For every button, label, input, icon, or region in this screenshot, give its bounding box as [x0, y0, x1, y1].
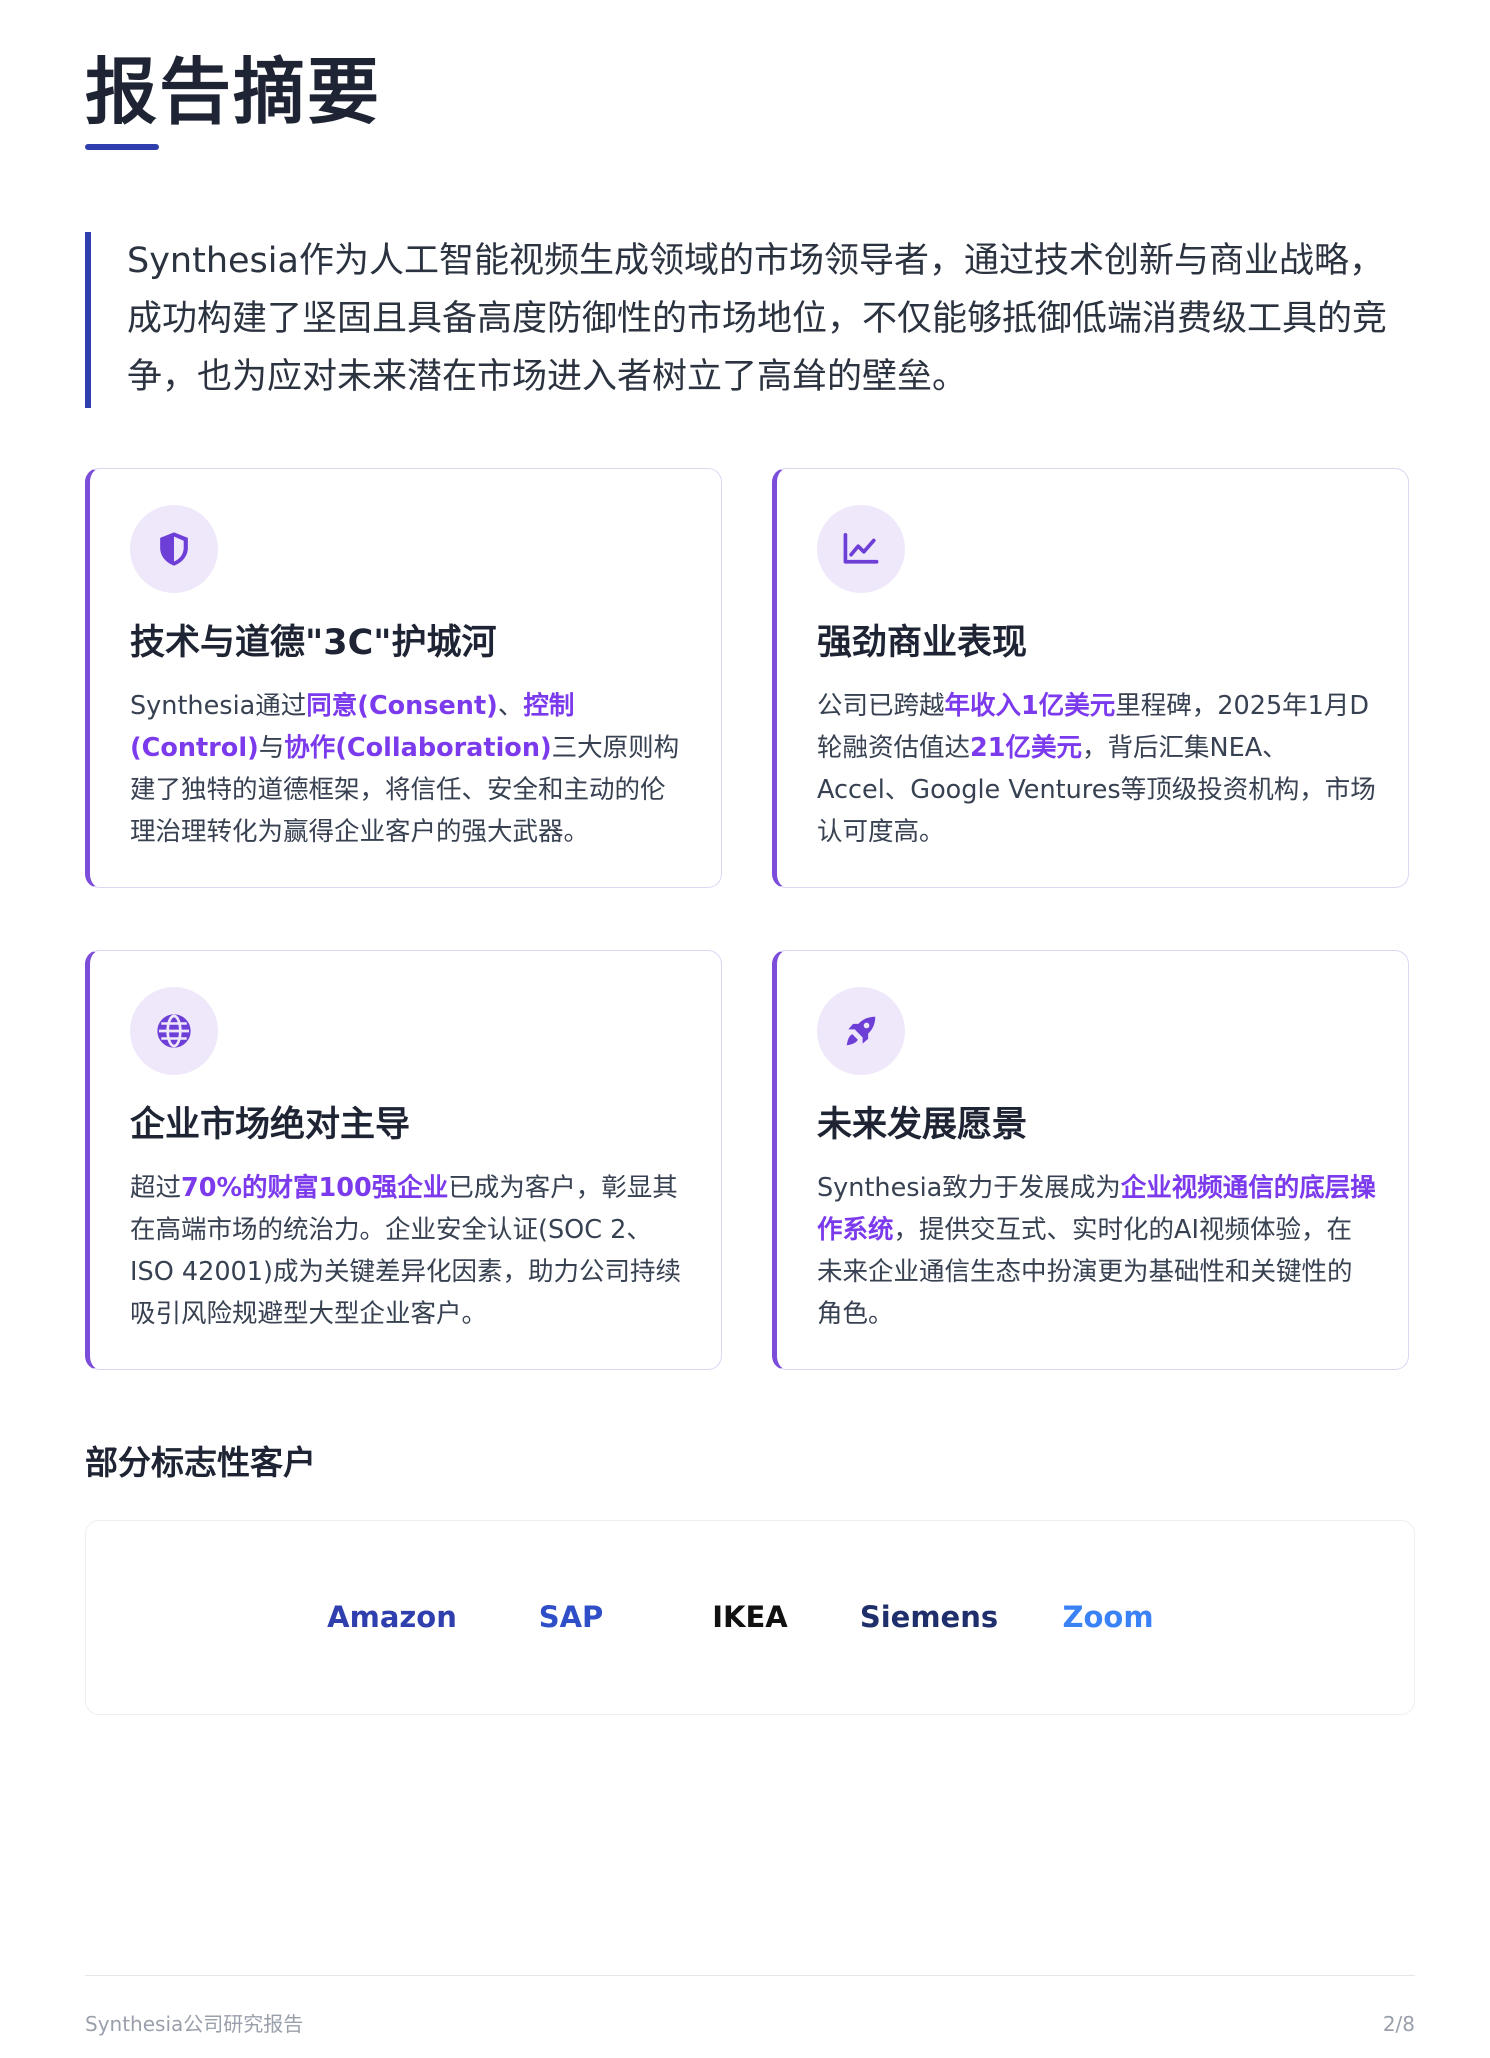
clients-logo-strip: Amazon SAP IKEA Siemens Zoom	[85, 1520, 1415, 1715]
highlight-text: 21亿美元	[970, 733, 1083, 763]
card-body: 公司已跨越年收入1亿美元里程碑，2025年1月D轮融资估值达21亿美元，背后汇集…	[817, 685, 1377, 853]
highlight-text: 年收入1亿美元	[944, 691, 1116, 721]
card-title: 未来发展愿景	[817, 1105, 1028, 1145]
chart-line-icon	[817, 505, 905, 593]
page-title: 报告摘要	[85, 50, 382, 134]
clients-heading: 部分标志性客户	[85, 1443, 316, 1482]
shield-icon	[130, 505, 218, 593]
body-text: 超过	[130, 1173, 182, 1203]
card-enterprise-market: 企业市场绝对主导 超过70%的财富100强企业已成为客户，彰显其在高端市场的统治…	[85, 950, 722, 1370]
body-text: 公司已跨越	[817, 691, 945, 721]
highlight-text: 70%的财富100强企业	[181, 1173, 449, 1203]
client-logo-sap: SAP	[538, 1600, 604, 1634]
footer-divider	[85, 1975, 1415, 1976]
client-logo-zoom: Zoom	[1062, 1600, 1154, 1634]
card-title: 企业市场绝对主导	[130, 1105, 411, 1145]
card-body: 超过70%的财富100强企业已成为客户，彰显其在高端市场的统治力。企业安全认证(…	[130, 1167, 690, 1335]
rocket-icon	[817, 987, 905, 1075]
body-text: 、	[497, 691, 524, 721]
highlight-text: 协作(Collaboration)	[284, 733, 552, 763]
card-title: 强劲商业表现	[817, 623, 1028, 663]
body-text: 与	[258, 733, 285, 763]
title-underline	[85, 144, 159, 150]
footer-report-name: Synthesia公司研究报告	[85, 2012, 304, 2036]
page-number: 2/8	[1382, 2012, 1415, 2036]
intro-quote: Synthesia作为人工智能视频生成领域的市场领导者，通过技术创新与商业战略，…	[85, 232, 1415, 408]
report-page: 报告摘要 Synthesia作为人工智能视频生成领域的市场领导者，通过技术创新与…	[0, 0, 1490, 2058]
client-logo-ikea: IKEA	[712, 1600, 788, 1634]
client-logo-amazon: Amazon	[327, 1600, 457, 1634]
body-text: Synthesia通过	[130, 691, 307, 721]
card-future-vision: 未来发展愿景 Synthesia致力于发展成为企业视频通信的底层操作系统，提供交…	[772, 950, 1409, 1370]
highlight-text: 同意(Consent)	[306, 691, 498, 721]
card-body: Synthesia致力于发展成为企业视频通信的底层操作系统，提供交互式、实时化的…	[817, 1167, 1377, 1335]
card-body: Synthesia通过同意(Consent)、控制(Control)与协作(Co…	[130, 685, 690, 853]
body-text: Synthesia致力于发展成为	[817, 1173, 1121, 1203]
client-logo-siemens: Siemens	[859, 1600, 999, 1634]
card-title: 技术与道德"3C"护城河	[130, 623, 497, 663]
card-tech-ethics: 技术与道德"3C"护城河 Synthesia通过同意(Consent)、控制(C…	[85, 468, 722, 888]
body-text: ，提供交互式、实时化的AI视频体验，在未来企业通信生态中扮演更为基础性和关键性的…	[817, 1215, 1353, 1329]
card-business-performance: 强劲商业表现 公司已跨越年收入1亿美元里程碑，2025年1月D轮融资估值达21亿…	[772, 468, 1409, 888]
globe-icon	[130, 987, 218, 1075]
